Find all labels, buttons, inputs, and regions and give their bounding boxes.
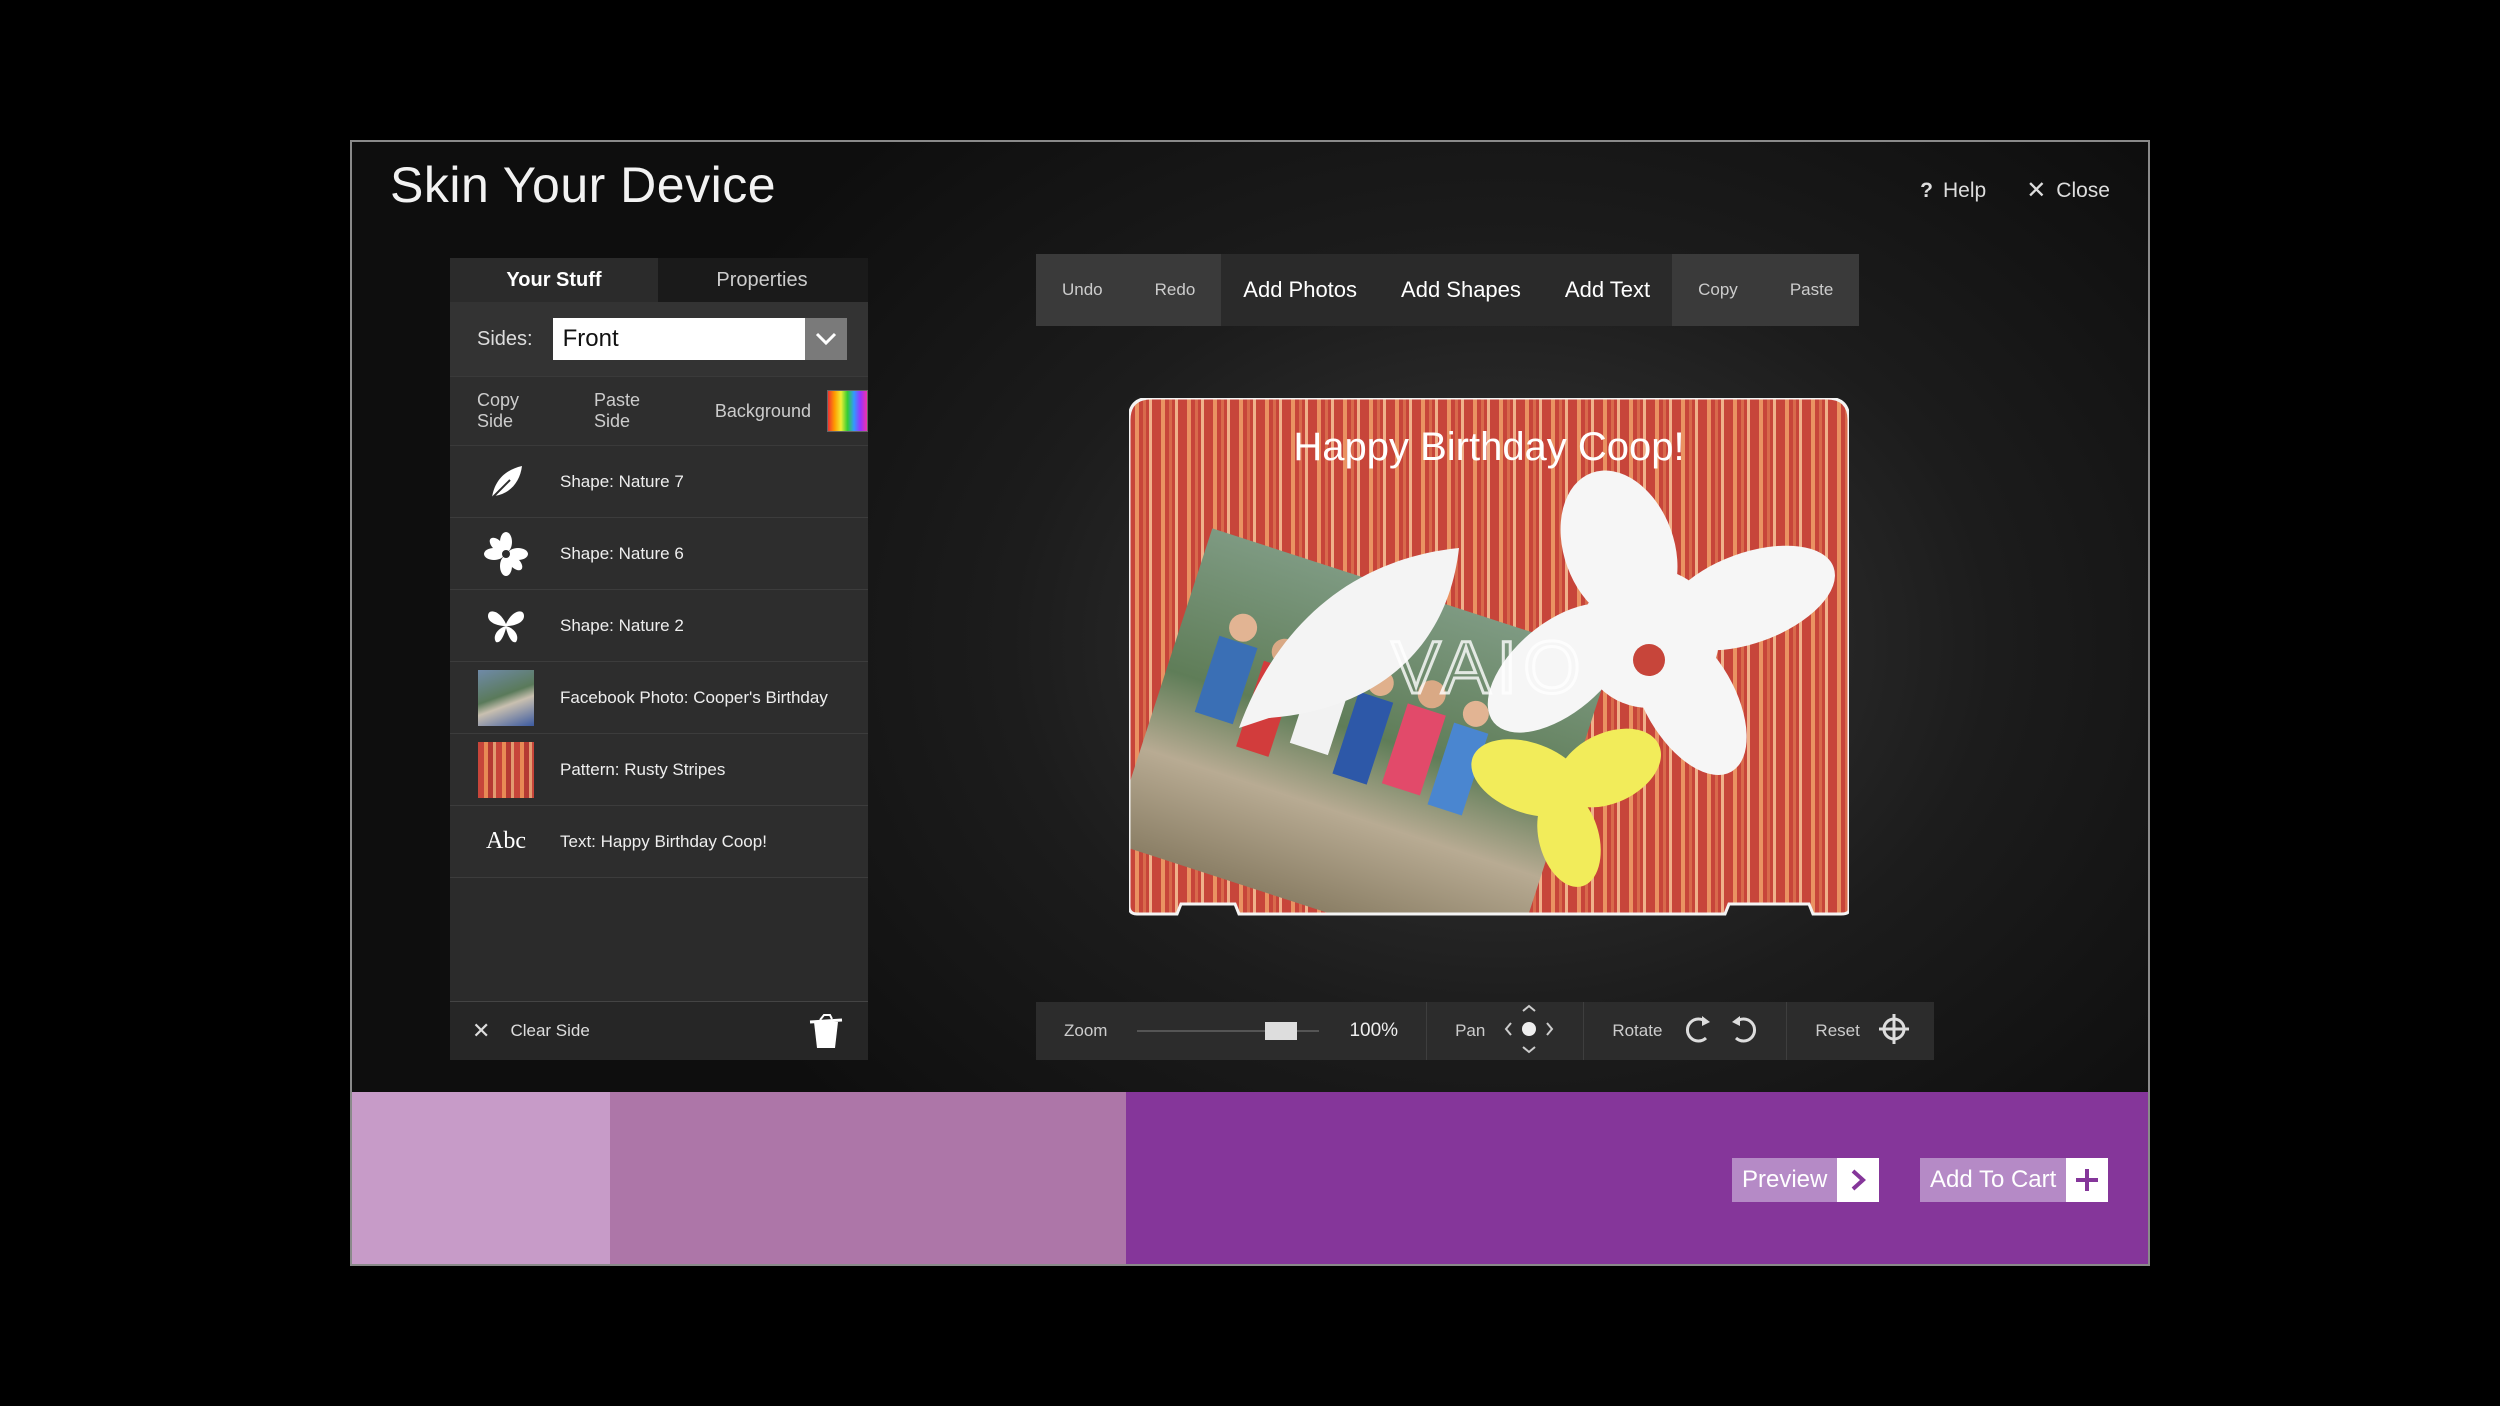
zoom-label: Zoom — [1064, 1021, 1108, 1040]
pan-label: Pan — [1455, 1021, 1486, 1040]
copy-button[interactable]: Copy — [1672, 280, 1764, 300]
help-button[interactable]: ? Help — [1920, 176, 1986, 205]
leaf-icon — [478, 454, 534, 510]
rotate-left-icon[interactable] — [1684, 1014, 1712, 1049]
list-item[interactable]: Pattern: Rusty Stripes — [450, 734, 868, 806]
footer-action-area: Preview Add To Cart — [1126, 1092, 2148, 1264]
pan-icon[interactable] — [1503, 1003, 1555, 1060]
zoom-control: Zoom 100% — [1036, 1002, 1428, 1060]
zoom-slider-thumb[interactable] — [1264, 1022, 1297, 1040]
sides-dropdown[interactable]: Front — [552, 318, 847, 360]
edit-toolbar: Undo Redo Add Photos Add Shapes Add Text… — [1036, 254, 1934, 326]
copy-side-button[interactable]: Copy Side — [477, 390, 558, 432]
trash-icon[interactable] — [806, 1014, 846, 1055]
add-to-cart-label: Add To Cart — [1920, 1158, 2067, 1202]
photo-thumbnail — [478, 669, 534, 726]
list-item[interactable]: Shape: Nature 6 — [450, 518, 868, 590]
list-item-label: Facebook Photo: Cooper's Birthday — [560, 687, 828, 707]
close-label: Close — [2056, 178, 2110, 202]
paste-button[interactable]: Paste — [1764, 280, 1859, 300]
list-item[interactable]: Shape: Nature 2 — [450, 590, 868, 662]
clipboard-group: Copy Paste — [1672, 254, 1860, 326]
crosshair-icon[interactable] — [1878, 1013, 1910, 1050]
sides-row: Sides: Front — [450, 302, 868, 376]
question-icon: ? — [1920, 178, 1933, 202]
list-item[interactable]: Facebook Photo: Cooper's Birthday — [450, 662, 868, 734]
pattern-thumbnail — [478, 741, 534, 798]
rotate-label: Rotate — [1612, 1021, 1663, 1040]
reset-label: Reset — [1815, 1021, 1860, 1040]
help-label: Help — [1942, 178, 1987, 202]
top-actions: ? Help ✕ Close — [1920, 176, 2110, 205]
plus-icon — [2066, 1158, 2109, 1202]
list-item-label: Text: Happy Birthday Coop! — [560, 831, 767, 851]
list-item[interactable]: Abc Text: Happy Birthday Coop! — [450, 806, 868, 878]
list-item-label: Shape: Nature 6 — [560, 543, 684, 563]
paste-side-button[interactable]: Paste Side — [594, 390, 679, 432]
page-title: Skin Your Device — [390, 157, 777, 213]
butterfly-icon — [478, 598, 534, 654]
close-icon: ✕ — [472, 1018, 491, 1043]
panel-tabs: Your Stuff Properties — [450, 258, 868, 302]
footer-swatch-lilac — [352, 1092, 610, 1264]
your-stuff-panel: Your Stuff Properties Sides: Front Copy … — [450, 258, 868, 1060]
list-item-label: Pattern: Rusty Stripes — [560, 759, 726, 779]
history-group: Undo Redo — [1036, 254, 1222, 326]
sides-value: Front — [562, 325, 619, 352]
tab-properties[interactable]: Properties — [658, 258, 866, 302]
footer-bar: Preview Add To Cart — [352, 1092, 2148, 1264]
footer-swatch-mauve — [610, 1092, 1126, 1264]
design-canvas[interactable]: VAIO Happy Birthday Coop! — [1127, 396, 1851, 933]
zoom-slider[interactable] — [1137, 1022, 1320, 1040]
side-tools-row: Copy Side Paste Side Background — [450, 376, 868, 446]
clear-side-button[interactable]: ✕ Clear Side — [472, 1018, 590, 1044]
add-photos-button[interactable]: Add Photos — [1221, 277, 1379, 303]
close-icon: ✕ — [2026, 177, 2047, 204]
text-icon: Abc — [486, 828, 526, 854]
add-shapes-button[interactable]: Add Shapes — [1379, 277, 1543, 303]
close-button[interactable]: ✕ Close — [2026, 176, 2110, 205]
app-window: Skin Your Device ? Help ✕ Close Your Stu… — [350, 140, 2150, 1266]
zoom-value: 100% — [1349, 1020, 1399, 1041]
chevron-down-icon[interactable] — [804, 318, 847, 360]
rotate-control: Rotate — [1584, 1002, 1788, 1060]
list-item[interactable]: Shape: Nature 7 — [450, 446, 868, 518]
chevron-right-icon — [1837, 1158, 1880, 1202]
undo-button[interactable]: Undo — [1036, 280, 1129, 300]
vaio-logo: VAIO — [1391, 626, 1586, 709]
pan-control: Pan — [1427, 1002, 1585, 1060]
background-swatch[interactable] — [826, 390, 868, 432]
add-to-cart-button[interactable]: Add To Cart — [1920, 1158, 2109, 1202]
rotate-right-icon[interactable] — [1730, 1014, 1758, 1049]
background-button[interactable]: Background — [715, 401, 811, 422]
device-skin-preview[interactable]: VAIO Happy Birthday Coop! — [1127, 396, 1851, 928]
reset-control[interactable]: Reset — [1787, 1002, 1937, 1060]
tab-your-stuff[interactable]: Your Stuff — [450, 258, 658, 302]
panel-footer: ✕ Clear Side — [450, 1001, 868, 1060]
sides-label: Sides: — [477, 327, 533, 350]
canvas-headline[interactable]: Happy Birthday Coop! — [1293, 425, 1684, 469]
preview-button[interactable]: Preview — [1732, 1158, 1880, 1202]
preview-label: Preview — [1732, 1158, 1838, 1202]
list-item-label: Shape: Nature 2 — [560, 615, 684, 635]
add-group: Add Photos Add Shapes Add Text — [1221, 254, 1673, 326]
redo-button[interactable]: Redo — [1129, 280, 1222, 300]
flower-icon — [478, 526, 534, 582]
clear-side-label: Clear Side — [510, 1021, 590, 1040]
add-text-button[interactable]: Add Text — [1543, 277, 1672, 303]
view-controls: Zoom 100% Pan Rotate Reset — [1036, 1002, 1934, 1060]
list-item-label: Shape: Nature 7 — [560, 471, 684, 491]
